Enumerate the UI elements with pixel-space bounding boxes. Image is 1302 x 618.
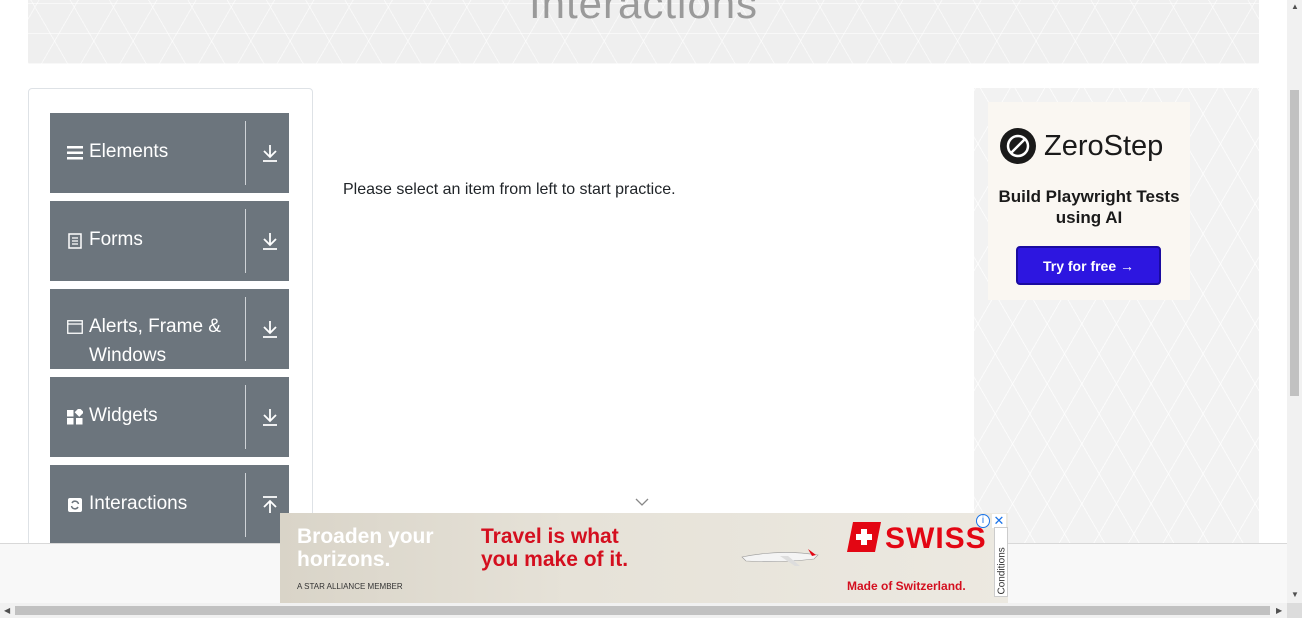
swiss-cross-icon <box>847 522 881 552</box>
ad-close-icon[interactable]: ✕ <box>992 514 1006 528</box>
download-arrow-icon[interactable] <box>261 407 279 427</box>
ad-info-icon[interactable]: i <box>976 514 990 528</box>
sidebar-group-label: Elements <box>89 141 169 162</box>
sidebar-group-interactions[interactable]: Interactions <box>50 465 289 545</box>
swiss-tagline: Made of Switzerland. <box>847 579 966 593</box>
scroll-left-icon[interactable]: ◀ <box>4 606 10 615</box>
sidebar-group-alerts[interactable]: Alerts, Frame & Windows <box>50 289 289 369</box>
ad-conditions[interactable]: Conditions <box>994 527 1008 597</box>
download-arrow-icon[interactable] <box>261 319 279 339</box>
practice-prompt: Please select an item from left to start… <box>343 181 676 198</box>
sidebar-group-forms[interactable]: Forms <box>50 201 289 281</box>
sidebar-group-widgets[interactable]: Widgets <box>50 377 289 457</box>
ad-headline-left: Broaden your horizons. <box>297 525 434 571</box>
horizontal-scrollbar[interactable]: ◀ ▶ <box>0 603 1287 618</box>
scrollbar-corner <box>1287 603 1302 618</box>
scroll-down-icon[interactable]: ▼ <box>1291 590 1299 599</box>
ad-tagline: Build Playwright Tests using AI <box>998 187 1180 227</box>
vertical-scroll-thumb[interactable] <box>1290 90 1299 396</box>
try-for-free-button[interactable]: Try for free → <box>1016 246 1161 285</box>
chevron-down-icon[interactable] <box>635 498 649 506</box>
interactions-icon <box>67 497 83 513</box>
horizontal-scroll-thumb[interactable] <box>15 606 1270 615</box>
upload-arrow-icon[interactable] <box>261 495 279 515</box>
hamburger-icon <box>67 145 83 161</box>
ad-brand: ZeroStep <box>1044 130 1164 162</box>
page-banner: Interactions <box>28 0 1259 64</box>
sidebar-group-elements[interactable]: Elements <box>50 113 289 193</box>
ad-card[interactable]: ZeroStep Build Playwright Tests using AI… <box>988 102 1190 300</box>
scroll-up-icon[interactable]: ▲ <box>1291 2 1299 11</box>
sidebar-panel: Elements Forms Alerts, Frame & Windows W… <box>28 88 313 558</box>
side-advertisement: ZeroStep Build Playwright Tests using AI… <box>974 88 1259 558</box>
sidebar-group-label: Interactions <box>89 493 188 514</box>
vertical-scrollbar[interactable]: ▲ ▼ <box>1287 0 1302 603</box>
bottom-advertisement[interactable]: Broaden your horizons. Travel is what yo… <box>280 513 1008 603</box>
airplane-image <box>741 549 819 566</box>
ad-headline-right: Travel is what you make of it. <box>481 525 629 571</box>
page-title: Interactions <box>528 0 759 27</box>
widgets-icon <box>67 409 83 425</box>
sidebar-group-label: Alerts, Frame & Windows <box>89 316 221 366</box>
zerostep-logo-icon <box>1000 128 1036 164</box>
window-icon <box>67 319 83 335</box>
sidebar-group-label: Widgets <box>89 405 158 426</box>
swiss-brand: SWISS <box>847 522 987 556</box>
document-icon <box>67 233 83 249</box>
download-arrow-icon[interactable] <box>261 231 279 251</box>
scroll-right-icon[interactable]: ▶ <box>1276 606 1282 615</box>
download-arrow-icon[interactable] <box>261 143 279 163</box>
star-alliance-label: A STAR ALLIANCE MEMBER <box>297 582 403 591</box>
sidebar-group-label: Forms <box>89 229 143 250</box>
